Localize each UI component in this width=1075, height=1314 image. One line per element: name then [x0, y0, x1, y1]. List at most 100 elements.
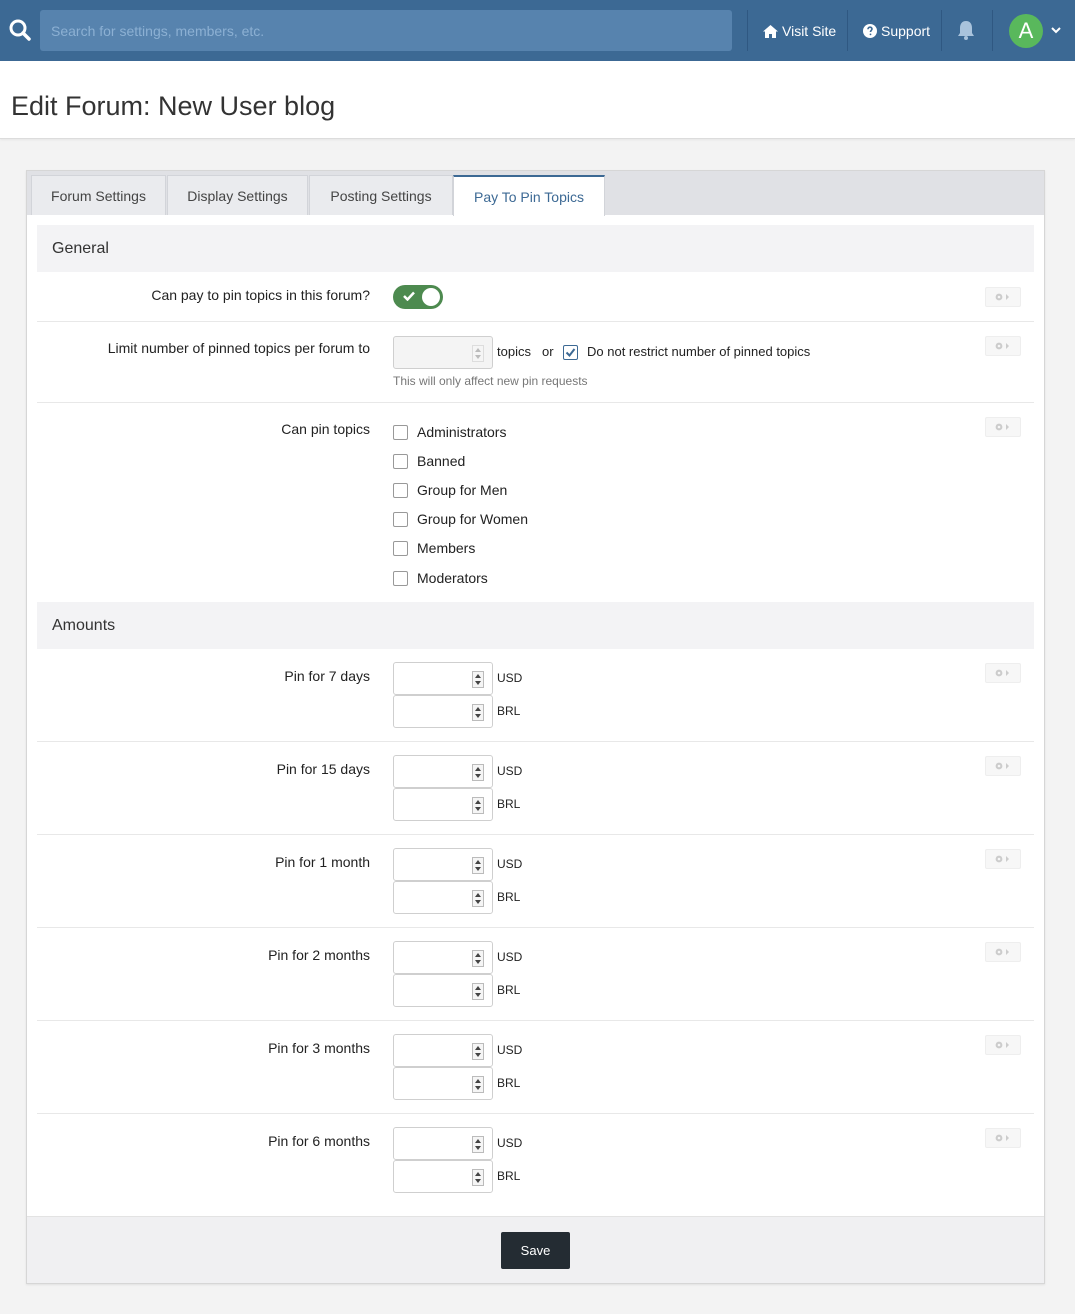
- visit-site-link[interactable]: Visit Site: [763, 21, 836, 41]
- settings-menu-button[interactable]: [985, 336, 1021, 356]
- support-link[interactable]: Support: [863, 21, 930, 41]
- number-spinner[interactable]: [472, 857, 484, 874]
- group-label: Moderators: [417, 570, 488, 586]
- amount-usd-input[interactable]: [393, 941, 493, 974]
- number-spinner[interactable]: [472, 1169, 484, 1186]
- bell-icon[interactable]: [955, 19, 977, 41]
- group-checkbox-group-for-women[interactable]: [393, 512, 408, 527]
- currency-brl: BRL: [497, 983, 521, 997]
- amount-brl-input[interactable]: [393, 1067, 493, 1100]
- avatar[interactable]: A: [1009, 14, 1043, 48]
- divider: [37, 927, 1034, 928]
- divider: [37, 402, 1034, 403]
- group-checkbox-members[interactable]: [393, 541, 408, 556]
- check-icon: [565, 348, 576, 358]
- tab-forum-settings[interactable]: Forum Settings: [31, 175, 166, 215]
- amount-row-label: Pin for 7 days: [284, 668, 370, 684]
- pinned-topics-limit-input[interactable]: [393, 336, 493, 369]
- toggle-knob: [422, 288, 440, 306]
- amount-usd-input[interactable]: [393, 1127, 493, 1160]
- amount-usd-input[interactable]: [393, 662, 493, 695]
- number-spinner[interactable]: [472, 890, 484, 907]
- settings-menu-button[interactable]: [985, 417, 1021, 437]
- settings-menu-button[interactable]: [985, 287, 1021, 307]
- number-spinner[interactable]: [472, 704, 484, 721]
- tab-posting-settings[interactable]: Posting Settings: [309, 175, 453, 215]
- divider: [847, 10, 848, 51]
- visit-site-label: Visit Site: [782, 23, 837, 39]
- can-pay-label: Can pay to pin topics in this forum?: [151, 287, 370, 303]
- support-label: Support: [881, 23, 931, 39]
- number-spinner[interactable]: [472, 671, 484, 688]
- topics-suffix: topics: [497, 344, 531, 359]
- page-header: Edit Forum: New User blog: [0, 61, 1075, 139]
- number-spinner[interactable]: [472, 1136, 484, 1153]
- currency-brl: BRL: [497, 1169, 521, 1183]
- section-heading-amounts: Amounts: [37, 602, 1034, 649]
- currency-usd: USD: [497, 1043, 523, 1057]
- divider: [37, 1113, 1034, 1114]
- limit-label: Limit number of pinned topics per forum …: [107, 340, 370, 356]
- limit-hint: This will only affect new pin requests: [393, 374, 588, 388]
- amount-row-label: Pin for 1 month: [275, 854, 370, 870]
- number-spinner[interactable]: [472, 1043, 484, 1060]
- tab-pay-to-pin-topics[interactable]: Pay To Pin Topics: [453, 175, 605, 216]
- search-input[interactable]: [40, 10, 732, 51]
- amount-row-label: Pin for 15 days: [276, 761, 370, 777]
- no-restrict-checkbox[interactable]: [563, 345, 578, 360]
- amount-brl-input[interactable]: [393, 695, 493, 728]
- group-label: Administrators: [417, 424, 507, 440]
- settings-menu-button[interactable]: [985, 756, 1021, 776]
- chevron-down-icon[interactable]: [1050, 25, 1062, 35]
- gear-icon: [995, 1134, 1009, 1142]
- question-circle-icon: [863, 24, 877, 38]
- amount-usd-input[interactable]: [393, 1034, 493, 1067]
- check-icon: [403, 291, 415, 301]
- gear-icon: [995, 1041, 1009, 1049]
- no-restrict-label: Do not restrict number of pinned topics: [587, 344, 811, 359]
- number-spinner[interactable]: [472, 983, 484, 1000]
- amount-usd-input[interactable]: [393, 755, 493, 788]
- search-icon[interactable]: [8, 18, 32, 42]
- amount-row-label: Pin for 2 months: [268, 947, 370, 963]
- settings-menu-button[interactable]: [985, 663, 1021, 683]
- group-checkbox-administrators[interactable]: [393, 425, 408, 440]
- number-spinner[interactable]: [472, 797, 484, 814]
- gear-icon: [995, 669, 1009, 677]
- save-button[interactable]: Save: [501, 1232, 570, 1269]
- number-spinner[interactable]: [472, 1076, 484, 1093]
- divider: [37, 741, 1034, 742]
- group-label: Group for Men: [417, 482, 508, 498]
- group-checkbox-moderators[interactable]: [393, 571, 408, 586]
- section-heading-general: General: [37, 225, 1034, 272]
- currency-usd: USD: [497, 671, 523, 685]
- group-label: Group for Women: [417, 511, 529, 527]
- amount-row-label: Pin for 6 months: [268, 1133, 370, 1149]
- amount-brl-input[interactable]: [393, 1160, 493, 1193]
- number-spinner[interactable]: [472, 345, 484, 362]
- settings-menu-button[interactable]: [985, 942, 1021, 962]
- divider: [992, 10, 993, 51]
- can-pay-toggle[interactable]: [393, 285, 443, 309]
- tab-display-settings[interactable]: Display Settings: [167, 175, 308, 215]
- amount-brl-input[interactable]: [393, 788, 493, 821]
- currency-brl: BRL: [497, 704, 521, 718]
- gear-icon: [995, 855, 1009, 863]
- group-checkbox-group-for-men[interactable]: [393, 483, 408, 498]
- amount-brl-input[interactable]: [393, 881, 493, 914]
- currency-usd: USD: [497, 950, 523, 964]
- currency-usd: USD: [497, 857, 523, 871]
- gear-icon: [995, 423, 1009, 431]
- currency-usd: USD: [497, 1136, 523, 1150]
- settings-menu-button[interactable]: [985, 849, 1021, 869]
- settings-menu-button[interactable]: [985, 1128, 1021, 1148]
- group-checkbox-banned[interactable]: [393, 454, 408, 469]
- amount-usd-input[interactable]: [393, 848, 493, 881]
- amount-brl-input[interactable]: [393, 974, 493, 1007]
- number-spinner[interactable]: [472, 764, 484, 781]
- settings-menu-button[interactable]: [985, 1035, 1021, 1055]
- amount-row-label: Pin for 3 months: [268, 1040, 370, 1056]
- number-spinner[interactable]: [472, 950, 484, 967]
- divider: [747, 10, 748, 51]
- gear-icon: [995, 948, 1009, 956]
